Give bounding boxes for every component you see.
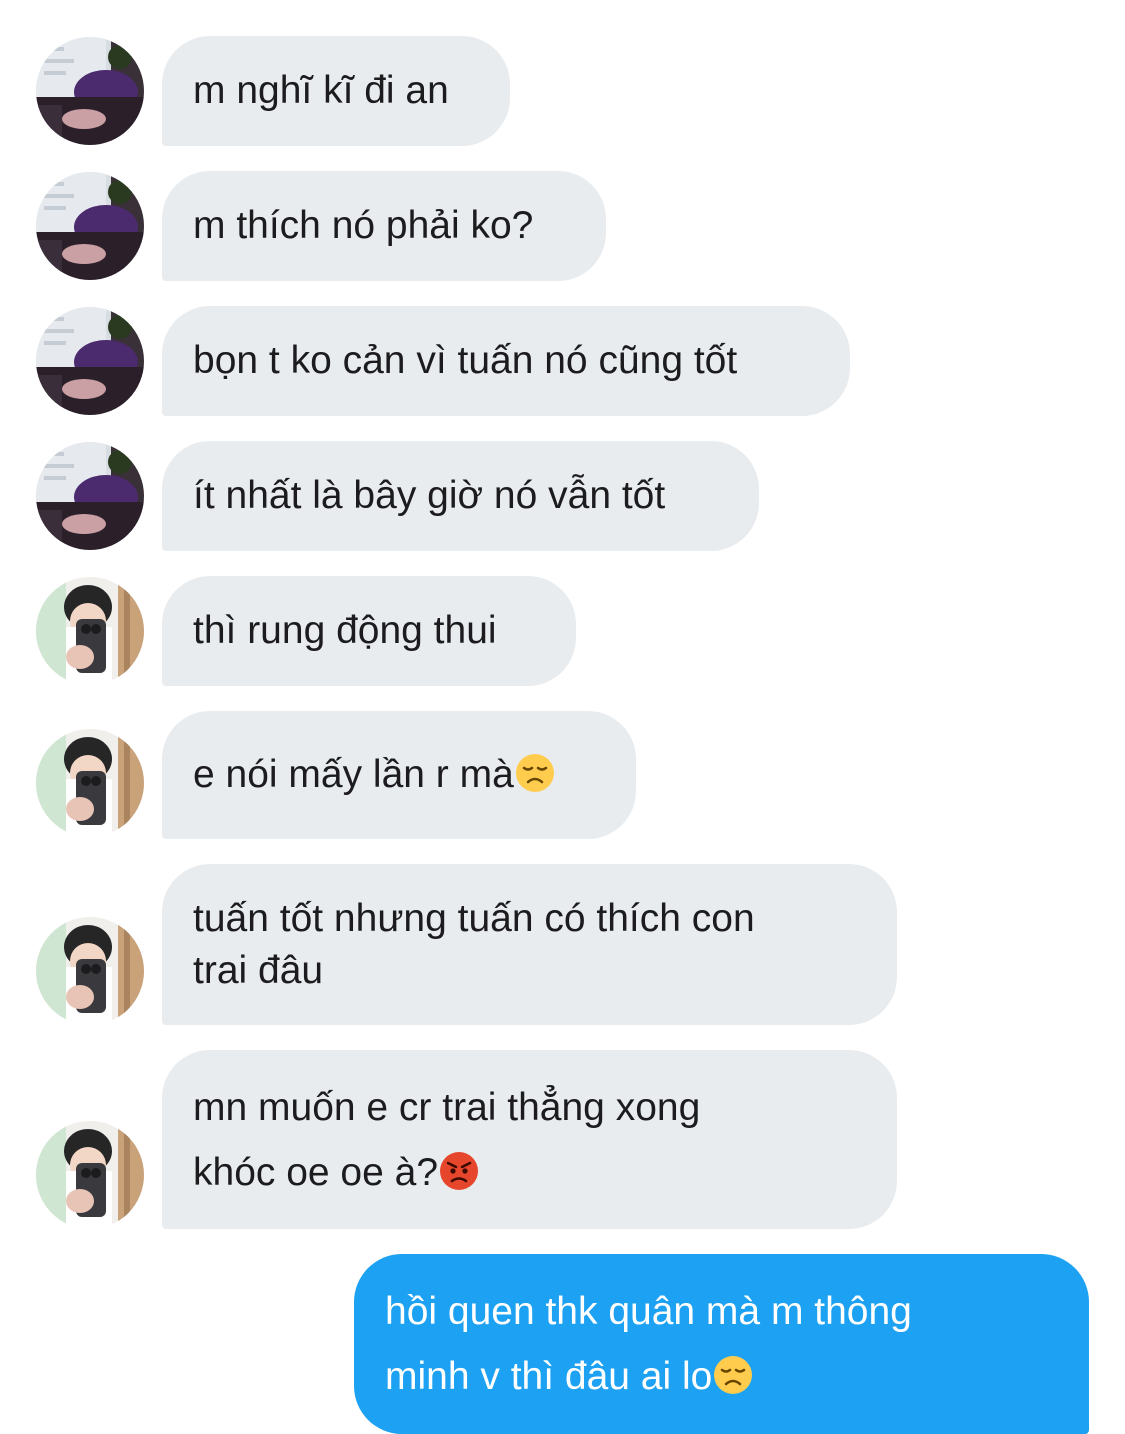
message-row: m nghĩ kĩ đi an [0,36,1125,146]
message-text-line: trai đâu [193,948,324,992]
user-avatar[interactable] [36,917,144,1025]
message-text-line: hồi quen thk quân mà m thông [385,1290,912,1333]
message-text: ít nhất là bây giờ nó vẫn tốt [193,474,666,517]
message-row: tuấn tốt nhưng tuấn có thích con trai đâ… [0,864,1125,1025]
message-text: e nói mấy lần r mà [193,753,514,796]
message-text: thì rung động thui [193,609,497,652]
received-message-bubble[interactable]: ít nhất là bây giờ nó vẫn tốt [162,441,759,551]
message-text-line: tuấn tốt nhưng tuấn có thích con [193,896,755,940]
message-text: m nghĩ kĩ đi an [193,69,449,112]
received-message-bubble[interactable]: e nói mấy lần r mà [162,711,636,839]
message-text: bọn t ko cản vì tuấn nó cũng tốt [193,339,738,382]
received-message-bubble[interactable]: tuấn tốt nhưng tuấn có thích con trai đâ… [162,864,897,1025]
message-row: thì rung động thui [0,576,1125,686]
message-row: ít nhất là bây giờ nó vẫn tốt [0,441,1125,551]
friend-avatar[interactable] [36,442,144,550]
message-text: m thích nó phải ko? [193,204,534,247]
message-row: bọn t ko cản vì tuấn nó cũng tốt [0,306,1125,416]
message-row: e nói mấy lần r mà [0,711,1125,839]
message-text-line: minh v thì đâu ai lo [385,1355,713,1398]
message-row: m thích nó phải ko? [0,171,1125,281]
user-avatar[interactable] [36,577,144,685]
disappointed-face-emoji-icon [713,1355,753,1395]
friend-avatar[interactable] [36,37,144,145]
received-message-bubble[interactable]: thì rung động thui [162,576,576,686]
message-text-line: mn muốn e cr trai thẳng xong [193,1085,701,1129]
friend-avatar[interactable] [36,172,144,280]
message-row: mn muốn e cr trai thẳng xong khóc oe oe … [0,1050,1125,1229]
received-message-bubble[interactable]: m nghĩ kĩ đi an [162,36,510,146]
received-message-bubble[interactable]: bọn t ko cản vì tuấn nó cũng tốt [162,306,850,416]
message-text-line: khóc oe oe à? [193,1150,439,1194]
user-avatar[interactable] [36,1121,144,1229]
received-message-bubble[interactable]: mn muốn e cr trai thẳng xong khóc oe oe … [162,1050,897,1229]
sent-message-bubble[interactable]: hồi quen thk quân mà m thông minh v thì … [354,1254,1089,1434]
message-row: hồi quen thk quân mà m thông minh v thì … [0,1254,1125,1434]
friend-avatar[interactable] [36,307,144,415]
disappointed-face-emoji-icon [515,753,555,793]
received-message-bubble[interactable]: m thích nó phải ko? [162,171,606,281]
angry-face-emoji-icon [439,1151,479,1191]
user-avatar[interactable] [36,729,144,837]
